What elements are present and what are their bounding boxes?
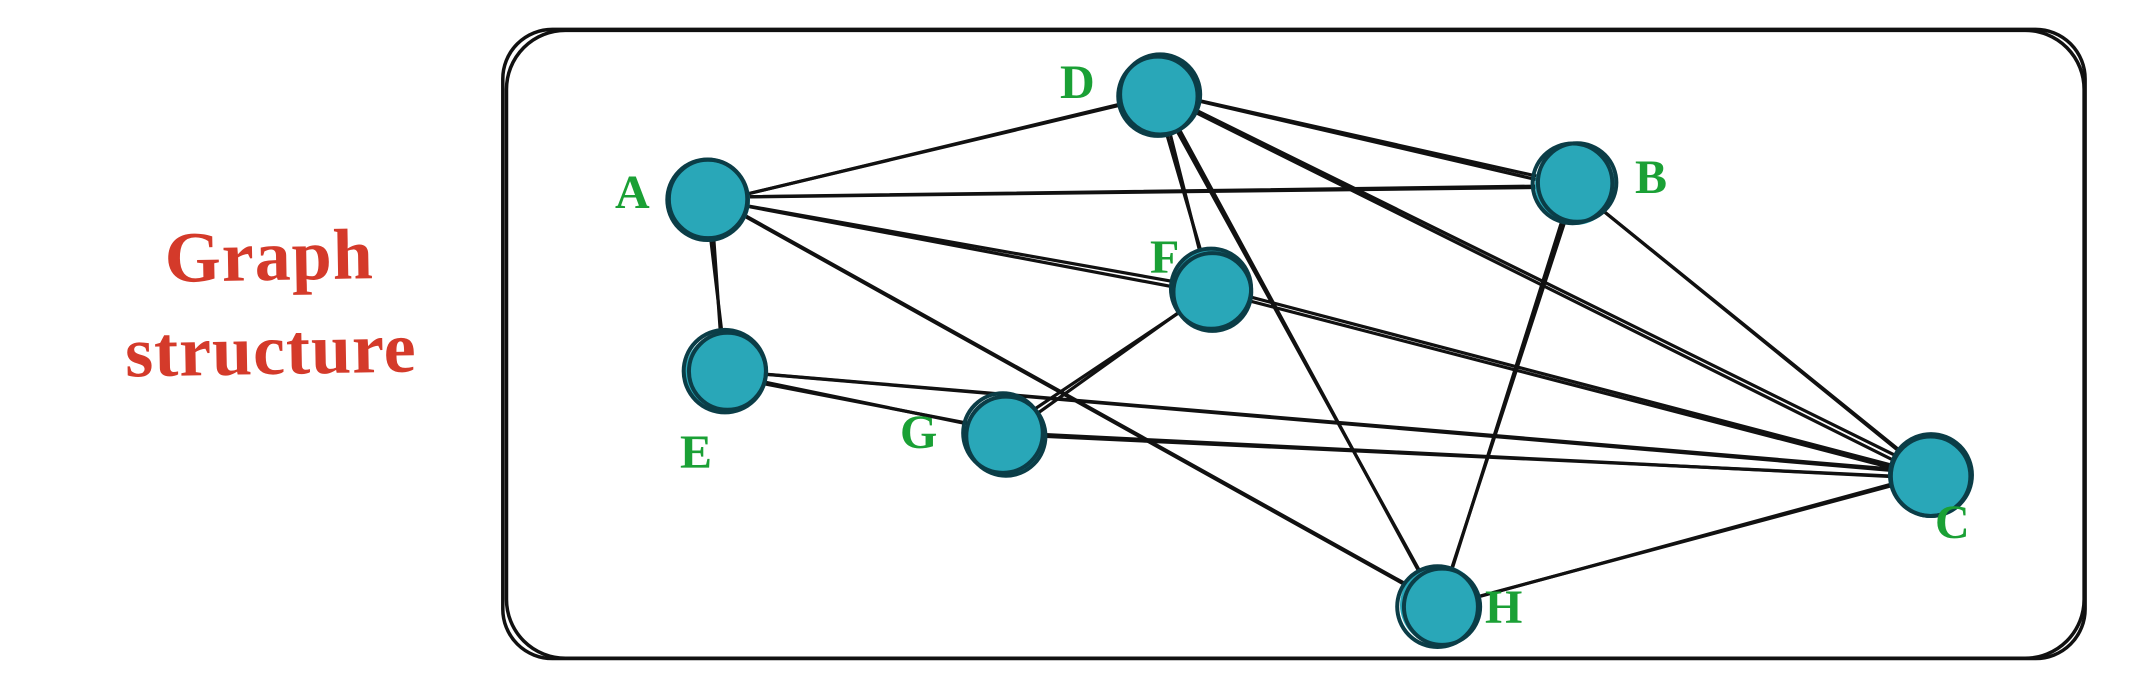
diagram-title: Graph structure <box>68 207 471 401</box>
edge-C-F <box>1212 287 1927 474</box>
edge-A-D <box>708 95 1159 204</box>
title-line-2: structure <box>124 307 417 392</box>
graph-svg <box>500 25 2090 665</box>
edge-E-C <box>724 371 1932 473</box>
diagram-stage: Graph structure ABCDEFGH <box>0 0 2145 694</box>
graph-panel: ABCDEFGH <box>500 25 2090 665</box>
edge-C-H <box>1438 476 1928 607</box>
edge-C-D <box>1156 93 1929 478</box>
edge-B-D <box>1157 91 1575 184</box>
title-line-1: Graph <box>164 214 374 298</box>
edge-A-B <box>713 187 1573 197</box>
edge-A-F <box>711 199 1209 287</box>
